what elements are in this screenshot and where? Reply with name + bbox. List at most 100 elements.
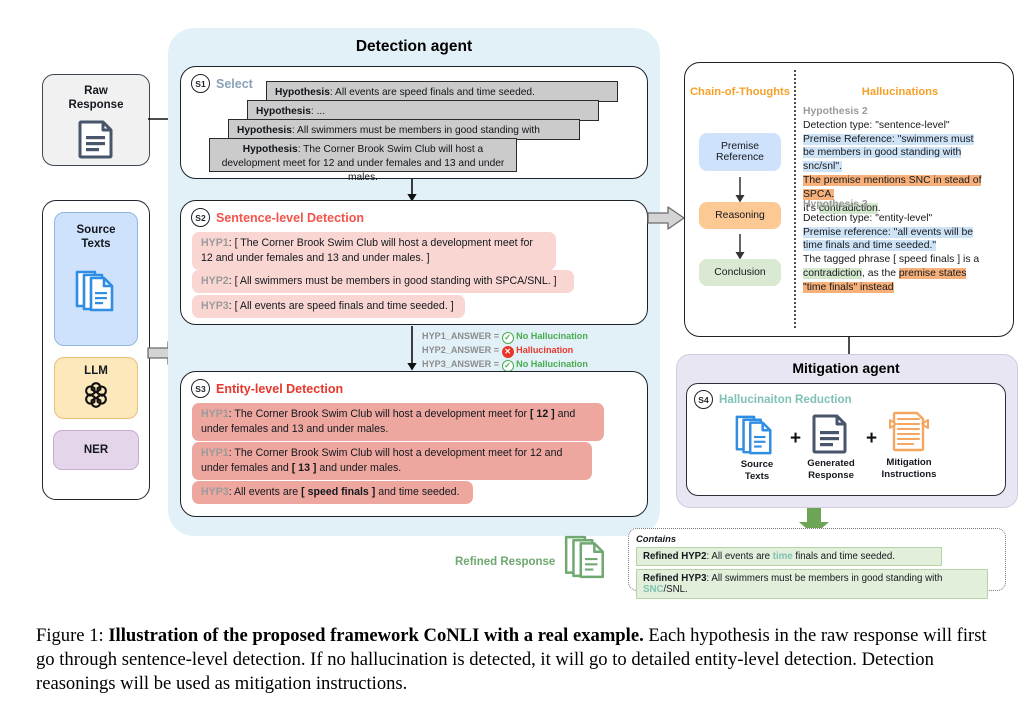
refined-response-label: Refined Response [455, 556, 556, 568]
mitigation-input-1-caption: Source Texts [740, 459, 774, 482]
hallucination-2-line-3: The tagged phrase [ speed finals ] is a … [803, 253, 987, 294]
refined-item-2-highlight: SNC [643, 584, 664, 595]
hypothesis-4-prefix: Hypothesis [242, 144, 298, 155]
hypothesis-card-3: Hypothesis: All swimmers must be members… [228, 119, 580, 150]
refined-item-1-pre: : All events are [706, 551, 773, 562]
raw-response-title: Raw Response [68, 85, 124, 112]
s1-badge: S1 [191, 74, 210, 93]
s3-item-3-mark: [ speed finals ] [301, 486, 376, 498]
s3-item-1-pre: : The Corner Brook Swim Club will host a… [228, 408, 530, 420]
s1-label: Select [216, 76, 253, 91]
source-texts-title: Source Texts [76, 224, 116, 251]
s2-label: Sentence-level Detection [216, 210, 364, 225]
knowledge-sources-card: Source Texts LLM NER [42, 200, 150, 500]
cot-node-1-label: Premise Reference [716, 141, 764, 163]
answer-3-status: No Hallucination [516, 359, 588, 369]
cot-header-label: Chain-of-Thoughts [689, 86, 791, 98]
cot-node-3-label: Conclusion [714, 267, 766, 278]
arrow-s1-to-s2 [407, 179, 417, 202]
caption-bold-part: Illustration of the proposed framework C… [108, 625, 644, 646]
hallucination-1-line-1: Detection type: "sentence-level" [803, 119, 987, 133]
s3-badge: S3 [191, 379, 210, 398]
arrow-s2-to-s3 [407, 326, 417, 371]
s3-item-2-mark: [ 13 ] [291, 461, 317, 474]
refined-item-1: Refined HYP2: All events are time finals… [636, 547, 942, 566]
check-icon: ✓ [501, 332, 514, 344]
cross-icon: ✕ [501, 346, 514, 358]
step-s3-entity-detection: S3 Entity-level Detection HYP1: The Corn… [180, 371, 648, 517]
hallucination-2-line-2: Premise reference: "all events will be t… [803, 226, 987, 254]
figure-root: Raw Response Source Texts LLM NER Detect… [0, 0, 1030, 708]
answer-row-3: HYP3_ANSWER = ✓ No Hallucination [422, 358, 588, 372]
cot-node-2-label: Reasoning [715, 210, 765, 221]
llm-card: LLM [54, 357, 138, 419]
mitigation-agent-title: Mitigation agent [792, 360, 900, 376]
s3-item-2-post: and under males. [316, 461, 402, 474]
openai-logo-icon [80, 379, 112, 411]
answer-3-key: HYP3_ANSWER = [422, 359, 500, 369]
s2-item-3-text: : [ All events are speed finals and time… [228, 300, 454, 312]
s2-item-2: HYP2: [ All swimmers must be members in … [192, 270, 574, 293]
s2-item-3: HYP3: [ All events are speed finals and … [192, 295, 465, 318]
ner-title: NER [83, 444, 109, 456]
mitigation-input-generated-response: Generated Response [807, 412, 862, 481]
contains-box: Contains Refined HYP2: All events are ti… [628, 528, 1006, 599]
h2-l1-s1: Detection type: "entity-level" [803, 212, 933, 224]
refined-item-2-pre: : All swimmers must be members in good s… [706, 573, 943, 584]
cot-node-conclusion: Conclusion [699, 259, 781, 286]
s3-item-2: HYP1: The Corner Brook Swim Club will ho… [192, 442, 592, 480]
refined-item-2-post: /SNL. [663, 584, 688, 595]
document-icon [78, 119, 114, 159]
caption-figure-number: Figure 1: [36, 625, 109, 646]
hypothesis-card-4: Hypothesis: The Corner Brook Swim Club w… [209, 138, 517, 183]
refined-item-2: Refined HYP3: All swimmers must be membe… [636, 569, 988, 599]
contains-title: Contains [636, 533, 677, 544]
h2-l3-s1: The tagged phrase [ speed finals ] is a [803, 254, 980, 266]
document-icon [812, 412, 862, 456]
answer-1-key: HYP1_ANSWER = [422, 331, 500, 341]
hypothesis-3-prefix: Hypothesis [237, 125, 292, 136]
s2-item-2-text: : [ All swimmers must be members in good… [228, 275, 557, 287]
s3-item-3-pre: : All events are [228, 486, 302, 498]
s3-item-1: HYP1: The Corner Brook Swim Club will ho… [192, 403, 604, 441]
answer-row-1: HYP1_ANSWER = ✓ No Hallucination [422, 330, 588, 344]
hypothesis-2-prefix: Hypothesis [256, 106, 311, 117]
h1-l1-s1: Detection type: "sentence-level" [803, 119, 950, 131]
figure-caption: Figure 1: Illustration of the proposed f… [36, 624, 998, 697]
refined-item-1-post: finals and time seeded. [792, 551, 896, 562]
s3-item-2-tag: HYP1 [201, 447, 229, 459]
mitigation-input-3-caption: Mitigation Instructions [881, 457, 937, 480]
s2-item-1-tag: HYP1 [201, 237, 229, 249]
hypothesis-card-1: Hypothesis: All events are speed finals … [266, 81, 618, 102]
source-texts-card: Source Texts [54, 212, 138, 346]
s3-item-1-mark: [ 12 ] [529, 408, 555, 420]
refined-item-2-prefix: Refined HYP3 [643, 573, 707, 584]
hallucination-2-heading: Hypothesis 3 [803, 199, 868, 210]
h1-l3-s1: The premise mentions SNC in stead of SPC… [803, 175, 982, 200]
llm-title: LLM [84, 365, 108, 377]
documents-stack-icon [734, 413, 784, 457]
arrow-reasoning-to-conclusion [735, 234, 745, 260]
hypothesis-1-prefix: Hypothesis [275, 87, 330, 98]
hallucination-1-line-2: Premise Reference: "swimmers must be mem… [803, 133, 987, 174]
cot-node-reasoning: Reasoning [699, 202, 781, 229]
hallucination-block-2: Hypothesis 3 Detection type: "entity-lev… [803, 198, 987, 295]
s3-item-1-tag: HYP1 [201, 408, 229, 420]
refined-item-1-prefix: Refined HYP2 [643, 551, 707, 562]
step-s1-select: S1 Select Hypothesis: All events are spe… [180, 66, 648, 183]
instructions-icon [888, 408, 944, 456]
h2-l3-s3: , as the [861, 268, 899, 280]
plus-operator-2: + [866, 428, 878, 449]
answer-2-status: Hallucination [516, 345, 574, 355]
answer-1-status: No Hallucination [516, 331, 588, 341]
raw-response-card: Raw Response [42, 74, 150, 166]
h2-l3-s2: contradiction [803, 268, 862, 280]
ner-card: NER [53, 430, 139, 470]
s4-label: Hallucinaiton Reduction [719, 393, 852, 406]
hallucinations-header-label: Hallucinations [861, 86, 939, 98]
s2-item-1-text: : [ The Corner Brook Swim Club will host… [201, 237, 533, 264]
answer-2-key: HYP2_ANSWER = [422, 345, 500, 355]
s2-item-2-tag: HYP2 [201, 275, 229, 287]
hallucination-2-line-1: Detection type: "entity-level" [803, 212, 987, 226]
documents-stack-icon [563, 532, 609, 582]
